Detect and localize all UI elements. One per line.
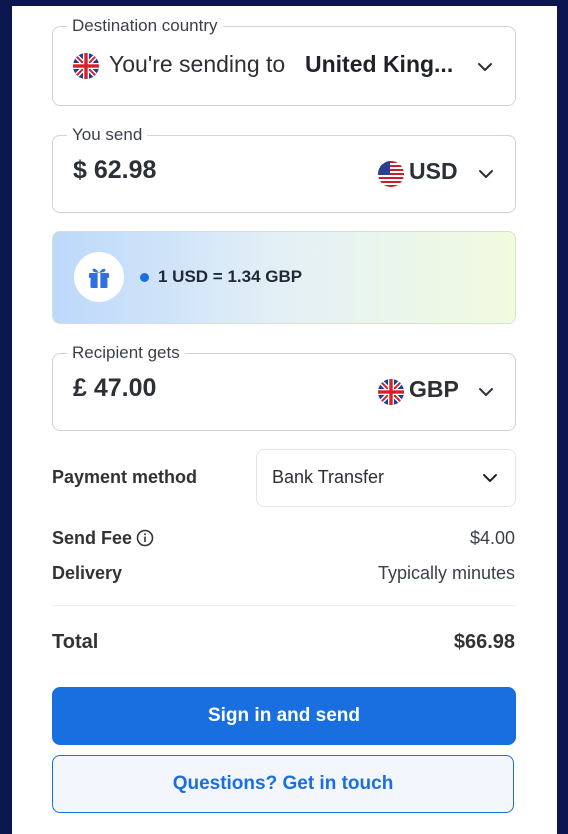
sign-in-and-send-button[interactable]: Sign in and send xyxy=(52,687,516,745)
uk-flag-icon xyxy=(378,379,404,405)
recipient-currency-code[interactable]: GBP xyxy=(409,376,459,403)
send-fee-label: Send Fee xyxy=(52,528,133,548)
total-value: $66.98 xyxy=(453,631,515,653)
get-in-touch-button[interactable]: Questions? Get in touch xyxy=(52,755,514,813)
info-icon[interactable] xyxy=(136,529,154,552)
exchange-rate-text: 1 USD = 1.34 GBP xyxy=(158,267,303,286)
transfer-card: Destination country You're sending to Un… xyxy=(12,6,557,834)
destination-country-select[interactable]: Destination country You're sending to Un… xyxy=(52,16,516,106)
payment-method-label: Payment method xyxy=(52,467,198,487)
delivery-label: Delivery xyxy=(52,563,123,583)
rate-indicator-dot xyxy=(140,273,149,282)
destination-country-label: Destination country xyxy=(67,16,223,36)
destination-prefix: You're sending to xyxy=(109,51,286,77)
recipient-amount-field[interactable]: Recipient gets £ 47.00 GBP xyxy=(52,343,516,431)
recipient-amount-input[interactable]: £ 47.00 xyxy=(73,374,156,403)
send-amount-field[interactable]: You send $ 62.98 USD xyxy=(52,125,516,213)
delivery-value: Typically minutes xyxy=(377,563,515,583)
recipient-amount-label: Recipient gets xyxy=(67,343,185,363)
exchange-rate-banner: 1 USD = 1.34 GBP xyxy=(52,231,516,324)
payment-method-select[interactable]: Bank Transfer xyxy=(256,449,516,507)
send-amount-input[interactable]: $ 62.98 xyxy=(73,156,156,185)
uk-flag-icon xyxy=(73,53,99,79)
summary-divider xyxy=(52,605,516,606)
chevron-down-icon[interactable] xyxy=(481,469,499,487)
chevron-down-icon[interactable] xyxy=(476,58,494,76)
gift-icon xyxy=(74,252,124,302)
destination-country-value: United King... xyxy=(305,51,454,77)
send-currency-code[interactable]: USD xyxy=(409,158,458,185)
total-label: Total xyxy=(52,631,99,653)
us-flag-icon xyxy=(378,161,404,187)
chevron-down-icon[interactable] xyxy=(477,165,495,183)
send-amount-label: You send xyxy=(67,125,148,145)
send-fee-value: $4.00 xyxy=(469,528,515,548)
payment-method-value: Bank Transfer xyxy=(272,467,385,487)
chevron-down-icon[interactable] xyxy=(477,383,495,401)
